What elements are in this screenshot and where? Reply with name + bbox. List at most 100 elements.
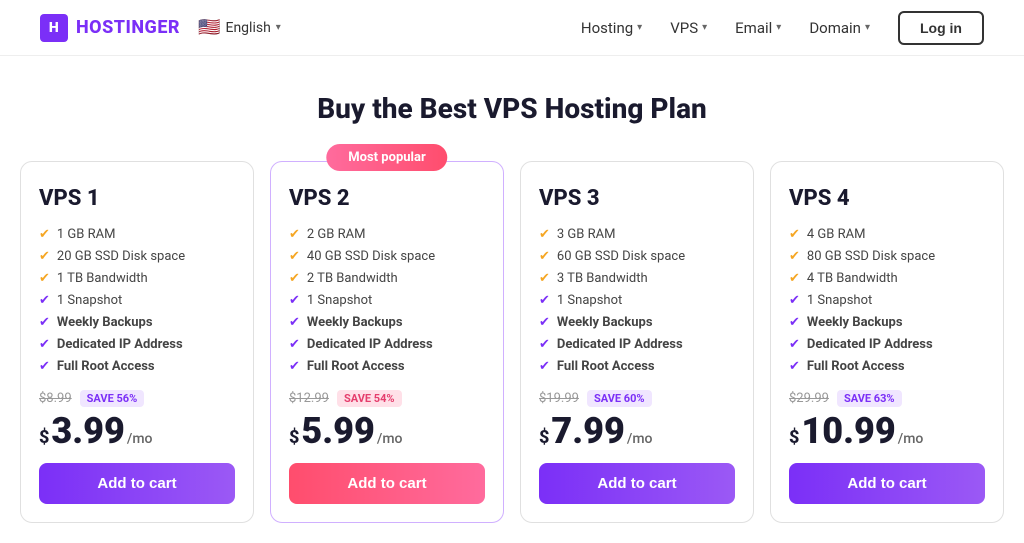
chevron-down-icon: ▾ [637,22,642,33]
plan-title-vps4: VPS 4 [789,186,985,211]
nav-domain-label: Domain [809,19,861,37]
nav-domain[interactable]: Domain ▾ [809,19,870,37]
nav-email[interactable]: Email ▾ [735,19,781,37]
feature-disk: ✔ 40 GB SSD Disk space [289,249,485,264]
price-period-vps2: /mo [377,431,403,447]
feature-ram: ✔ 1 GB RAM [39,227,235,242]
check-icon: ✔ [789,359,800,374]
original-price-vps1: $8.99 [39,391,72,406]
header-nav: Hosting ▾ VPS ▾ Email ▾ Domain ▾ Log in [581,11,984,45]
feature-list-vps3: ✔ 3 GB RAM ✔ 60 GB SSD Disk space ✔ 3 TB… [539,227,735,374]
most-popular-badge: Most popular [326,144,447,171]
check-icon: ✔ [539,271,550,286]
price-value-vps3: 7.99 [551,413,625,449]
check-icon: ✔ [789,249,800,264]
feature-bandwidth: ✔ 2 TB Bandwidth [289,271,485,286]
pricing-row-vps3: $19.99 SAVE 60% [539,390,735,407]
login-button[interactable]: Log in [898,11,984,45]
feature-disk: ✔ 80 GB SSD Disk space [789,249,985,264]
feature-disk: ✔ 20 GB SSD Disk space [39,249,235,264]
feature-ram: ✔ 3 GB RAM [539,227,735,242]
plan-card-vps4: VPS 4 ✔ 4 GB RAM ✔ 80 GB SSD Disk space … [770,161,1004,523]
price-row-vps3: $ 7.99 /mo [539,413,735,449]
feature-bandwidth: ✔ 1 TB Bandwidth [39,271,235,286]
chevron-down-icon: ▾ [702,22,707,33]
check-icon: ✔ [289,227,300,242]
check-icon: ✔ [39,315,50,330]
currency-vps1: $ [39,427,49,448]
check-icon: ✔ [39,293,50,308]
check-icon: ✔ [539,249,550,264]
pricing-row-vps4: $29.99 SAVE 63% [789,390,985,407]
feature-bandwidth: ✔ 4 TB Bandwidth [789,271,985,286]
feature-ip: ✔ Dedicated IP Address [289,337,485,352]
price-value-vps4: 10.99 [801,413,895,449]
save-badge-vps4: SAVE 63% [837,390,902,407]
check-icon: ✔ [789,315,800,330]
price-period-vps4: /mo [898,431,924,447]
check-icon: ✔ [539,227,550,242]
currency-vps2: $ [289,427,299,448]
feature-root: ✔ Full Root Access [289,359,485,374]
price-row-vps4: $ 10.99 /mo [789,413,985,449]
check-icon: ✔ [39,337,50,352]
plan-title-vps2: VPS 2 [289,186,485,211]
feature-ip: ✔ Dedicated IP Address [789,337,985,352]
price-period-vps1: /mo [127,431,153,447]
check-icon: ✔ [289,271,300,286]
pricing-row-vps2: $12.99 SAVE 54% [289,390,485,407]
check-icon: ✔ [789,227,800,242]
add-to-cart-vps4[interactable]: Add to cart [789,463,985,504]
feature-root: ✔ Full Root Access [789,359,985,374]
header-left: H HOSTINGER 🇺🇸 English ▾ [40,14,281,42]
feature-backups: ✔ Weekly Backups [789,315,985,330]
save-badge-vps1: SAVE 56% [80,390,145,407]
chevron-down-icon: ▾ [776,22,781,33]
check-icon: ✔ [539,293,550,308]
add-to-cart-vps2[interactable]: Add to cart [289,463,485,504]
check-icon: ✔ [39,227,50,242]
check-icon: ✔ [539,359,550,374]
feature-backups: ✔ Weekly Backups [289,315,485,330]
check-icon: ✔ [39,249,50,264]
header: H HOSTINGER 🇺🇸 English ▾ Hosting ▾ VPS ▾… [0,0,1024,56]
add-to-cart-vps3[interactable]: Add to cart [539,463,735,504]
plan-card-vps2: Most popular VPS 2 ✔ 2 GB RAM ✔ 40 GB SS… [270,161,504,523]
nav-vps-label: VPS [670,19,698,37]
main-content: Buy the Best VPS Hosting Plan VPS 1 ✔ 1 … [0,56,1024,543]
original-price-vps4: $29.99 [789,391,829,406]
check-icon: ✔ [789,337,800,352]
nav-vps[interactable]: VPS ▾ [670,19,707,37]
price-period-vps3: /mo [627,431,653,447]
price-value-vps1: 3.99 [51,413,125,449]
language-selector[interactable]: 🇺🇸 English ▾ [198,17,281,38]
feature-ram: ✔ 4 GB RAM [789,227,985,242]
save-badge-vps3: SAVE 60% [587,390,652,407]
feature-snapshot: ✔ 1 Snapshot [789,293,985,308]
page-title: Buy the Best VPS Hosting Plan [20,92,1004,125]
plans-grid: VPS 1 ✔ 1 GB RAM ✔ 20 GB SSD Disk space … [20,161,1004,523]
add-to-cart-vps1[interactable]: Add to cart [39,463,235,504]
chevron-down-icon: ▾ [276,22,281,33]
feature-ip: ✔ Dedicated IP Address [39,337,235,352]
feature-disk: ✔ 60 GB SSD Disk space [539,249,735,264]
feature-backups: ✔ Weekly Backups [39,315,235,330]
feature-snapshot: ✔ 1 Snapshot [539,293,735,308]
check-icon: ✔ [289,293,300,308]
plan-title-vps1: VPS 1 [39,186,235,211]
feature-list-vps2: ✔ 2 GB RAM ✔ 40 GB SSD Disk space ✔ 2 TB… [289,227,485,374]
check-icon: ✔ [39,271,50,286]
nav-email-label: Email [735,19,772,37]
nav-hosting[interactable]: Hosting ▾ [581,19,642,37]
logo-text: HOSTINGER [76,17,180,38]
feature-root: ✔ Full Root Access [539,359,735,374]
check-icon: ✔ [289,337,300,352]
feature-snapshot: ✔ 1 Snapshot [39,293,235,308]
plan-card-vps1: VPS 1 ✔ 1 GB RAM ✔ 20 GB SSD Disk space … [20,161,254,523]
original-price-vps2: $12.99 [289,391,329,406]
feature-bandwidth: ✔ 3 TB Bandwidth [539,271,735,286]
feature-ip: ✔ Dedicated IP Address [539,337,735,352]
logo[interactable]: H HOSTINGER [40,14,180,42]
currency-vps3: $ [539,427,549,448]
price-value-vps2: 5.99 [301,413,375,449]
